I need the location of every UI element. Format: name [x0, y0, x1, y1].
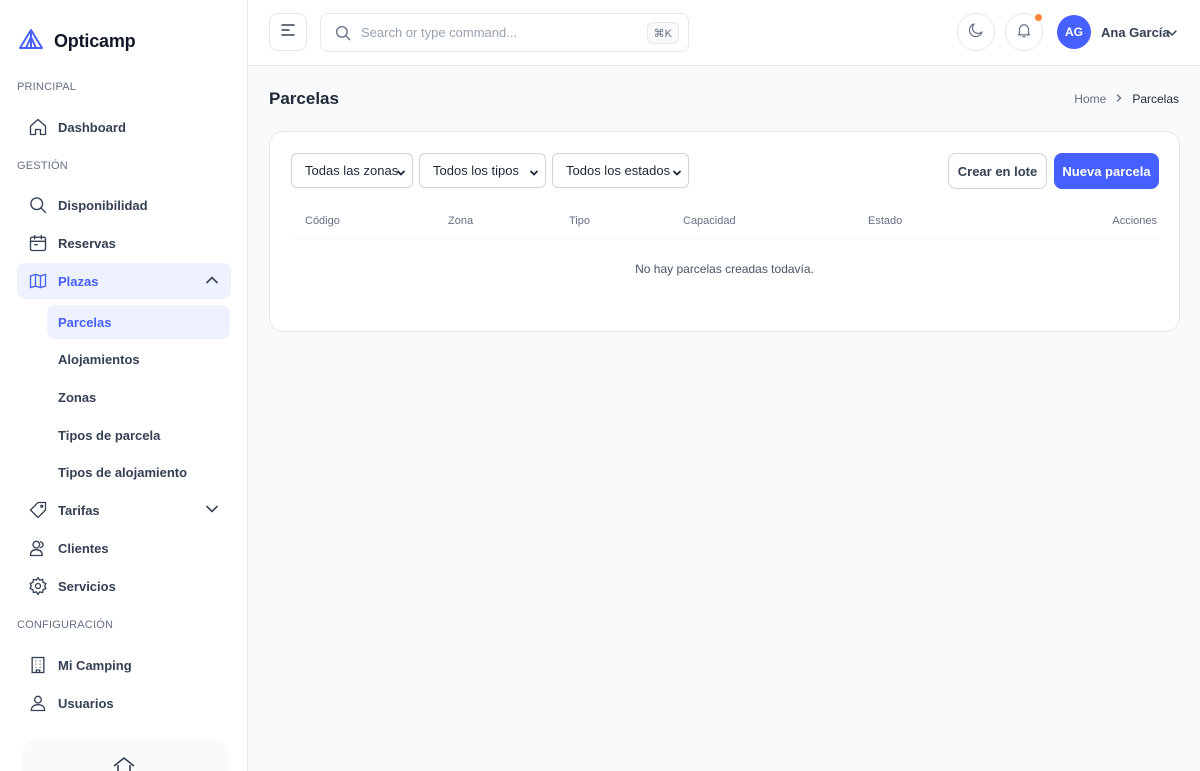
app-name: Opticamp [54, 31, 136, 51]
type-filter-value: Todos los tipos [433, 163, 519, 178]
chevron-down-icon [396, 166, 406, 181]
sidebar-subitem-label: Parcelas [58, 314, 112, 330]
sidebar-item-plazas[interactable]: Plazas [17, 263, 231, 299]
tag-icon [26, 498, 50, 522]
page-title: Parcelas [269, 89, 339, 108]
sidebar-item-mi-camping[interactable]: Mi Camping [17, 647, 231, 683]
section-label-principal: PRINCIPAL [17, 81, 77, 93]
zone-filter-value: Todas las zonas [305, 163, 399, 178]
column-header-acciones: Acciones [1112, 215, 1157, 227]
sidebar-item-dashboard[interactable]: Dashboard [17, 109, 231, 145]
column-header-codigo[interactable]: Código [305, 215, 340, 227]
column-header-capacidad[interactable]: Capacidad [683, 215, 736, 227]
users-icon [26, 536, 50, 560]
sidebar-item-label: Mi Camping [58, 657, 132, 673]
breadcrumb: Home Parcelas [1074, 92, 1179, 106]
home-icon [112, 756, 136, 771]
avatar[interactable]: AG [1057, 15, 1091, 49]
column-header-tipo[interactable]: Tipo [569, 215, 590, 227]
sidebar-subitem-label: Tipos de parcela [58, 427, 161, 443]
sidebar-item-label: Servicios [58, 578, 116, 594]
sidebar-subitem-tipos-alojamiento[interactable]: Tipos de alojamiento [47, 455, 230, 489]
gear-icon [26, 574, 50, 598]
search-bar[interactable]: ⌘K [320, 13, 689, 52]
tent-logo-icon [18, 28, 44, 55]
sidebar-item-label: Usuarios [58, 695, 114, 711]
sidebar-item-label: Disponibilidad [58, 197, 148, 213]
sidebar: Opticamp PRINCIPAL Dashboard GESTIÓN Dis… [0, 0, 248, 771]
sidebar-item-disponibilidad[interactable]: Disponibilidad [17, 187, 231, 223]
notification-dot [1035, 14, 1042, 21]
sidebar-item-clientes[interactable]: Clientes [17, 530, 231, 566]
calendar-icon [26, 231, 50, 255]
zone-filter-select[interactable]: Todas las zonas [291, 153, 413, 188]
sidebar-promo-card [22, 740, 228, 771]
sidebar-item-label: Plazas [58, 273, 99, 289]
empty-state-message: No hay parcelas creadas todavía. [635, 262, 814, 276]
status-filter-select[interactable]: Todos los estados [552, 153, 689, 188]
sidebar-subitem-label: Zonas [58, 389, 97, 405]
sidebar-item-servicios[interactable]: Servicios [17, 568, 231, 604]
user-name[interactable]: Ana García [1101, 25, 1170, 40]
sidebar-item-label: Clientes [58, 540, 109, 556]
bell-icon [1015, 21, 1033, 44]
chevron-down-icon [529, 166, 539, 181]
chevron-up-icon [205, 273, 219, 292]
theme-toggle-button[interactable] [957, 13, 995, 51]
batch-create-button[interactable]: Crear en lote [948, 153, 1047, 189]
logo[interactable]: Opticamp [18, 28, 136, 55]
sidebar-item-tarifas[interactable]: Tarifas [17, 492, 231, 528]
column-header-estado[interactable]: Estado [868, 215, 902, 227]
sidebar-item-label: Tarifas [58, 502, 100, 518]
parcelas-card: Todas las zonas Todos los tipos Todos lo… [269, 131, 1180, 332]
map-icon [26, 269, 50, 293]
sidebar-item-reservas[interactable]: Reservas [17, 225, 231, 261]
sidebar-subitem-label: Tipos de alojamiento [58, 464, 188, 480]
user-icon [26, 691, 50, 715]
home-icon [26, 115, 50, 139]
menu-icon [280, 23, 296, 42]
search-shortcut-badge: ⌘K [646, 22, 679, 44]
section-label-configuracion: CONFIGURACIÓN [17, 619, 114, 631]
column-header-zona[interactable]: Zona [448, 215, 473, 227]
notifications-button[interactable] [1005, 13, 1043, 51]
type-filter-select[interactable]: Todos los tipos [419, 153, 546, 188]
chevron-down-icon[interactable] [1166, 26, 1178, 44]
status-filter-value: Todos los estados [566, 163, 671, 178]
new-parcel-button[interactable]: Nueva parcela [1054, 153, 1159, 189]
sidebar-subitem-alojamientos[interactable]: Alojamientos [47, 342, 230, 376]
chevron-down-icon [205, 502, 219, 521]
chevron-down-icon [672, 166, 682, 181]
moon-icon [967, 21, 985, 44]
search-icon [334, 24, 352, 42]
sidebar-subitem-label: Alojamientos [58, 351, 140, 367]
sidebar-toggle-button[interactable] [269, 13, 307, 51]
sidebar-subitem-parcelas[interactable]: Parcelas [47, 305, 230, 339]
table-header-divider [291, 238, 1160, 239]
sidebar-item-label: Reservas [58, 235, 116, 251]
top-header: ⌘K AG Ana García [248, 0, 1200, 66]
sidebar-item-usuarios[interactable]: Usuarios [17, 685, 231, 721]
chevron-right-icon [1114, 92, 1124, 106]
sidebar-subitem-zonas[interactable]: Zonas [47, 380, 230, 414]
search-input[interactable] [361, 25, 631, 40]
section-label-gestion: GESTIÓN [17, 160, 68, 172]
building-icon [26, 653, 50, 677]
search-icon [26, 193, 50, 217]
sidebar-subitem-tipos-parcela[interactable]: Tipos de parcela [47, 418, 230, 452]
breadcrumb-home-link[interactable]: Home [1074, 92, 1106, 106]
sidebar-item-label: Dashboard [58, 119, 126, 135]
breadcrumb-current: Parcelas [1132, 92, 1179, 106]
